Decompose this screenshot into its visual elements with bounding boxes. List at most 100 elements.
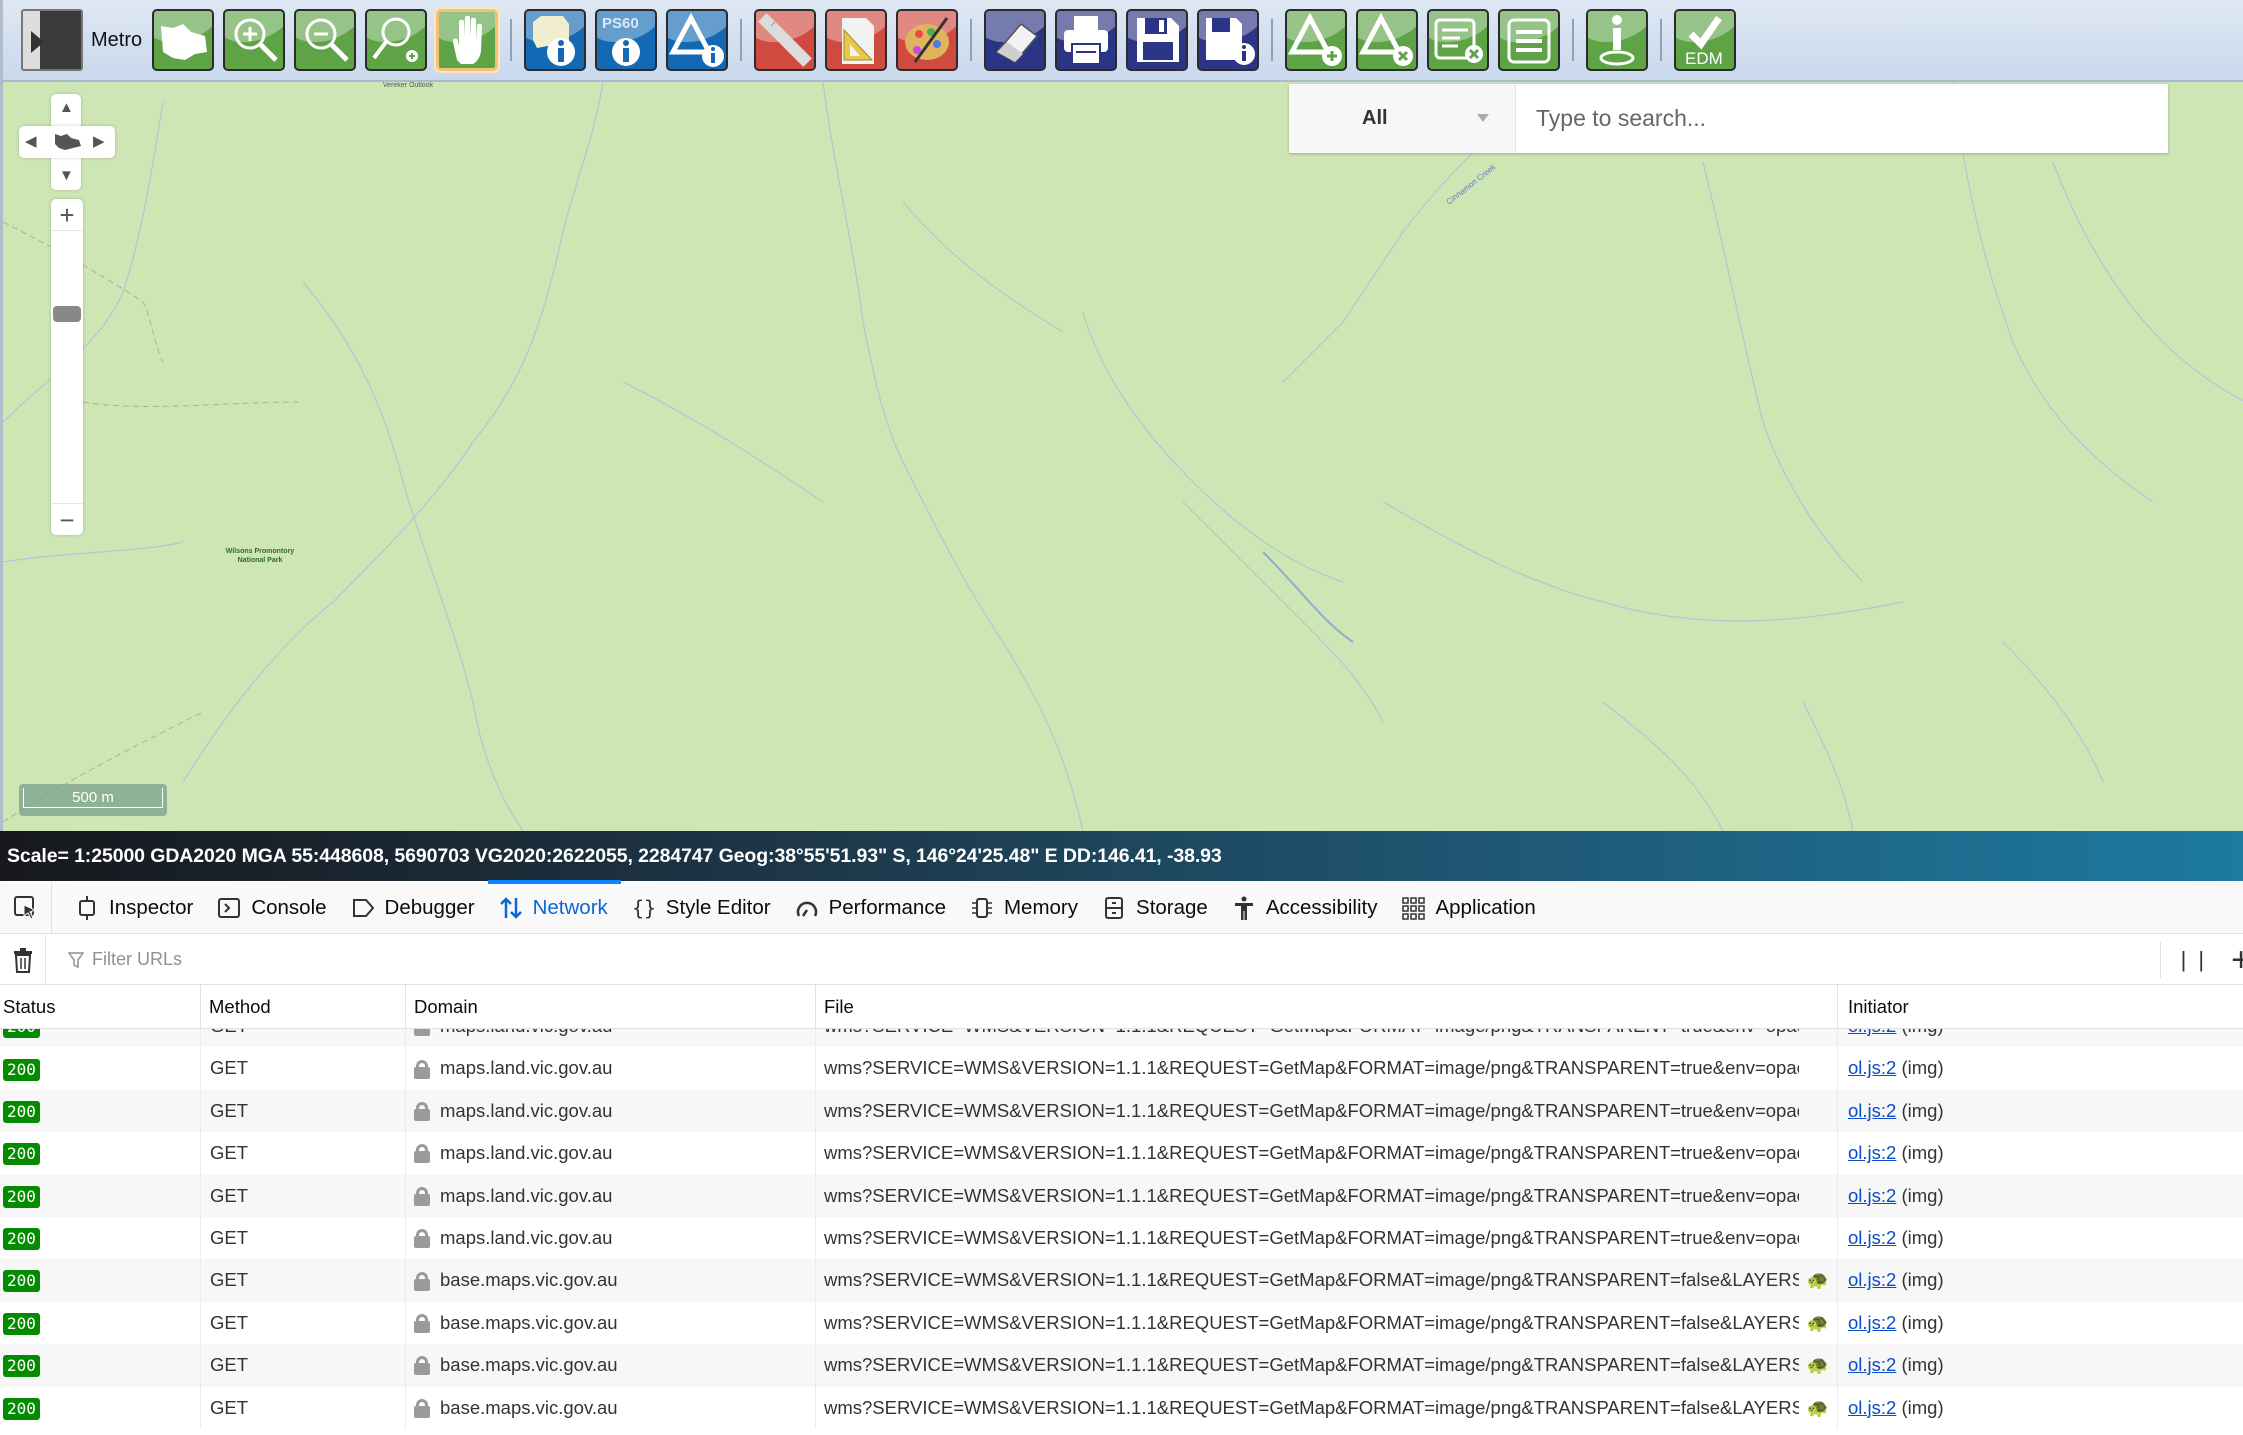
ruler-icon [758, 13, 812, 67]
network-request-row[interactable]: 200 GET maps.land.vic.gov.au wms?SERVICE=WM… [0, 1216, 2243, 1260]
performance-icon [796, 901, 817, 917]
domain-cell: base.maps.vic.gov.au [405, 1344, 815, 1387]
add-mark-button[interactable] [1285, 9, 1348, 71]
pan-up-button[interactable]: ▲ [59, 100, 74, 115]
map-canvas[interactable]: Wilsons Promontory National Park Cinnamo… [0, 82, 2243, 831]
clear-button[interactable] [0, 934, 46, 985]
tab-application[interactable]: Application [1390, 882, 1548, 934]
method-cell: GET [200, 1089, 405, 1133]
status-cell: 200 [3, 1175, 198, 1217]
zoom-out-control[interactable]: − [51, 503, 83, 535]
remove-mark-button[interactable] [1356, 9, 1419, 71]
file-text: wms?SERVICE=WMS&VERSION=1.1.1&REQUEST=Ge… [824, 1184, 1799, 1206]
status-badge: 200 [3, 1058, 40, 1081]
triangle-remove-icon [1359, 12, 1414, 66]
pan-left-button[interactable]: ◀ [25, 134, 37, 149]
zoom-slider[interactable]: + − [51, 199, 83, 535]
network-request-row[interactable]: 200 GET base.maps.vic.gov.au wms?SERVICE=WM… [0, 1301, 2243, 1345]
tab-inspector[interactable]: Inspector [64, 882, 206, 934]
tab-memory[interactable]: Memory [959, 882, 1091, 934]
initiator-link[interactable]: ol.js:2 [1848, 1142, 1896, 1163]
victoria-home-icon[interactable] [53, 132, 83, 152]
stream [1802, 701, 1854, 831]
column-header-domain[interactable]: Domain [405, 985, 478, 1029]
draw-button[interactable] [825, 9, 888, 71]
initiator-link[interactable]: ol.js:2 [1848, 1354, 1896, 1375]
tab-debugger[interactable]: Debugger [340, 882, 488, 934]
zoom-slider-handle[interactable] [53, 306, 81, 323]
network-request-row[interactable]: 200 GET base.maps.vic.gov.au wms?SERVICE=WM… [0, 1386, 2243, 1429]
filter-urls-input[interactable] [92, 949, 1292, 970]
zoom-in-button[interactable] [223, 9, 286, 71]
domain-text: maps.land.vic.gov.au [440, 1142, 613, 1164]
panel-toggle-icon [40, 11, 81, 69]
zoom-in-control[interactable]: + [51, 199, 83, 231]
tab-label: Storage [1136, 895, 1208, 919]
initiator-link[interactable]: ol.js:2 [1848, 1397, 1896, 1418]
initiator-cell: ol.js:2 (img) [1837, 1174, 2243, 1217]
toolbar-separator [970, 19, 973, 61]
network-request-row[interactable]: 200 GET maps.land.vic.gov.au wms?SERVICE=WM… [0, 1132, 2243, 1175]
method-cell: GET [200, 1259, 405, 1302]
measure-button[interactable] [754, 9, 817, 71]
initiator-link[interactable]: ol.js:2 [1848, 1185, 1896, 1206]
network-request-row[interactable]: 200 GET maps.land.vic.gov.au wms?SERVICE=WM… [0, 1174, 2243, 1217]
network-request-row[interactable]: 200 GET base.maps.vic.gov.au wms?SERVICE=WM… [0, 1259, 2243, 1302]
parcel-info-button[interactable] [524, 9, 587, 71]
tab-style-editor[interactable]: {} Style Editor [621, 882, 784, 934]
column-header-status[interactable]: Status [0, 985, 55, 1029]
tab-performance[interactable]: Performance [784, 882, 959, 934]
domain-cell: base.maps.vic.gov.au [405, 1386, 815, 1429]
save-button[interactable] [1126, 9, 1189, 71]
initiator-link[interactable]: ol.js:2 [1848, 1227, 1896, 1248]
panel-toggle-button[interactable] [21, 9, 83, 71]
initiator-link[interactable]: ol.js:2 [1848, 1269, 1896, 1290]
stream [822, 82, 1084, 831]
zoom-box-icon [372, 17, 419, 62]
edm-button[interactable]: EDM [1674, 9, 1737, 71]
pan-right-button[interactable]: ▶ [93, 134, 105, 149]
tab-accessibility[interactable]: Accessibility [1221, 882, 1391, 934]
application-icon [1402, 896, 1426, 920]
search-category-select[interactable]: All [1289, 84, 1516, 153]
style-button[interactable] [896, 9, 959, 71]
clear-list-button[interactable] [1427, 9, 1490, 71]
list-button[interactable] [1498, 9, 1561, 71]
column-header-file[interactable]: File [815, 985, 854, 1029]
pan-down-button[interactable]: ▼ [59, 168, 74, 183]
file-cell: wms?SERVICE=WMS&VERSION=1.1.1&REQUEST=Ge… [815, 1089, 1837, 1133]
pause-recording-button[interactable]: | | [2181, 947, 2208, 973]
storage-icon [1105, 896, 1124, 919]
element-picker-button[interactable] [0, 881, 52, 934]
initiator-link[interactable]: ol.js:2 [1848, 1100, 1896, 1121]
zoom-box-button[interactable] [365, 9, 428, 71]
tab-network[interactable]: Network [487, 879, 621, 934]
network-request-row[interactable]: 200 GET base.maps.vic.gov.au wms?SERVICE=WM… [0, 1344, 2243, 1387]
erase-button[interactable] [984, 9, 1047, 71]
add-filter-button[interactable]: + [2231, 941, 2243, 980]
coordinate-status-bar: Scale= 1:25000 GDA2020 MGA 55:448608, 56… [0, 831, 2243, 881]
file-cell: wms?SERVICE=WMS&VERSION=1.1.1&REQUEST=Ge… [815, 1301, 1837, 1345]
tab-storage[interactable]: Storage [1091, 882, 1221, 934]
search-input[interactable] [1516, 84, 2168, 153]
zoom-out-button[interactable] [294, 9, 357, 71]
method-cell: GET [200, 1301, 405, 1345]
initiator-link[interactable]: ol.js:2 [1848, 1057, 1896, 1078]
ps60-info-button[interactable]: PS60 [595, 9, 658, 71]
status-badge: 200 [3, 1143, 40, 1166]
pan-button[interactable] [436, 9, 499, 71]
network-request-row[interactable]: 200 GET maps.land.vic.gov.au wms?SERVICE=WM… [0, 1047, 2243, 1090]
network-request-row[interactable]: 200 GET maps.land.vic.gov.au wms?SERVICE=WM… [0, 1089, 2243, 1133]
save-info-button[interactable] [1197, 9, 1260, 71]
domain-cell: maps.land.vic.gov.au [405, 1132, 815, 1175]
initiator-link[interactable]: ol.js:2 [1848, 1312, 1896, 1333]
file-cell: wms?SERVICE=WMS&VERSION=1.1.1&REQUEST=Ge… [815, 1259, 1837, 1302]
tab-console[interactable]: Console [206, 882, 339, 934]
mark-info-button[interactable] [666, 9, 729, 71]
victoria-extent-button[interactable] [152, 9, 215, 71]
column-header-initiator[interactable]: Initiator [1837, 985, 1909, 1029]
print-button[interactable] [1055, 9, 1118, 71]
locate-button[interactable] [1586, 9, 1649, 71]
domain-text: base.maps.vic.gov.au [440, 1354, 618, 1376]
column-header-method[interactable]: Method [200, 985, 271, 1029]
